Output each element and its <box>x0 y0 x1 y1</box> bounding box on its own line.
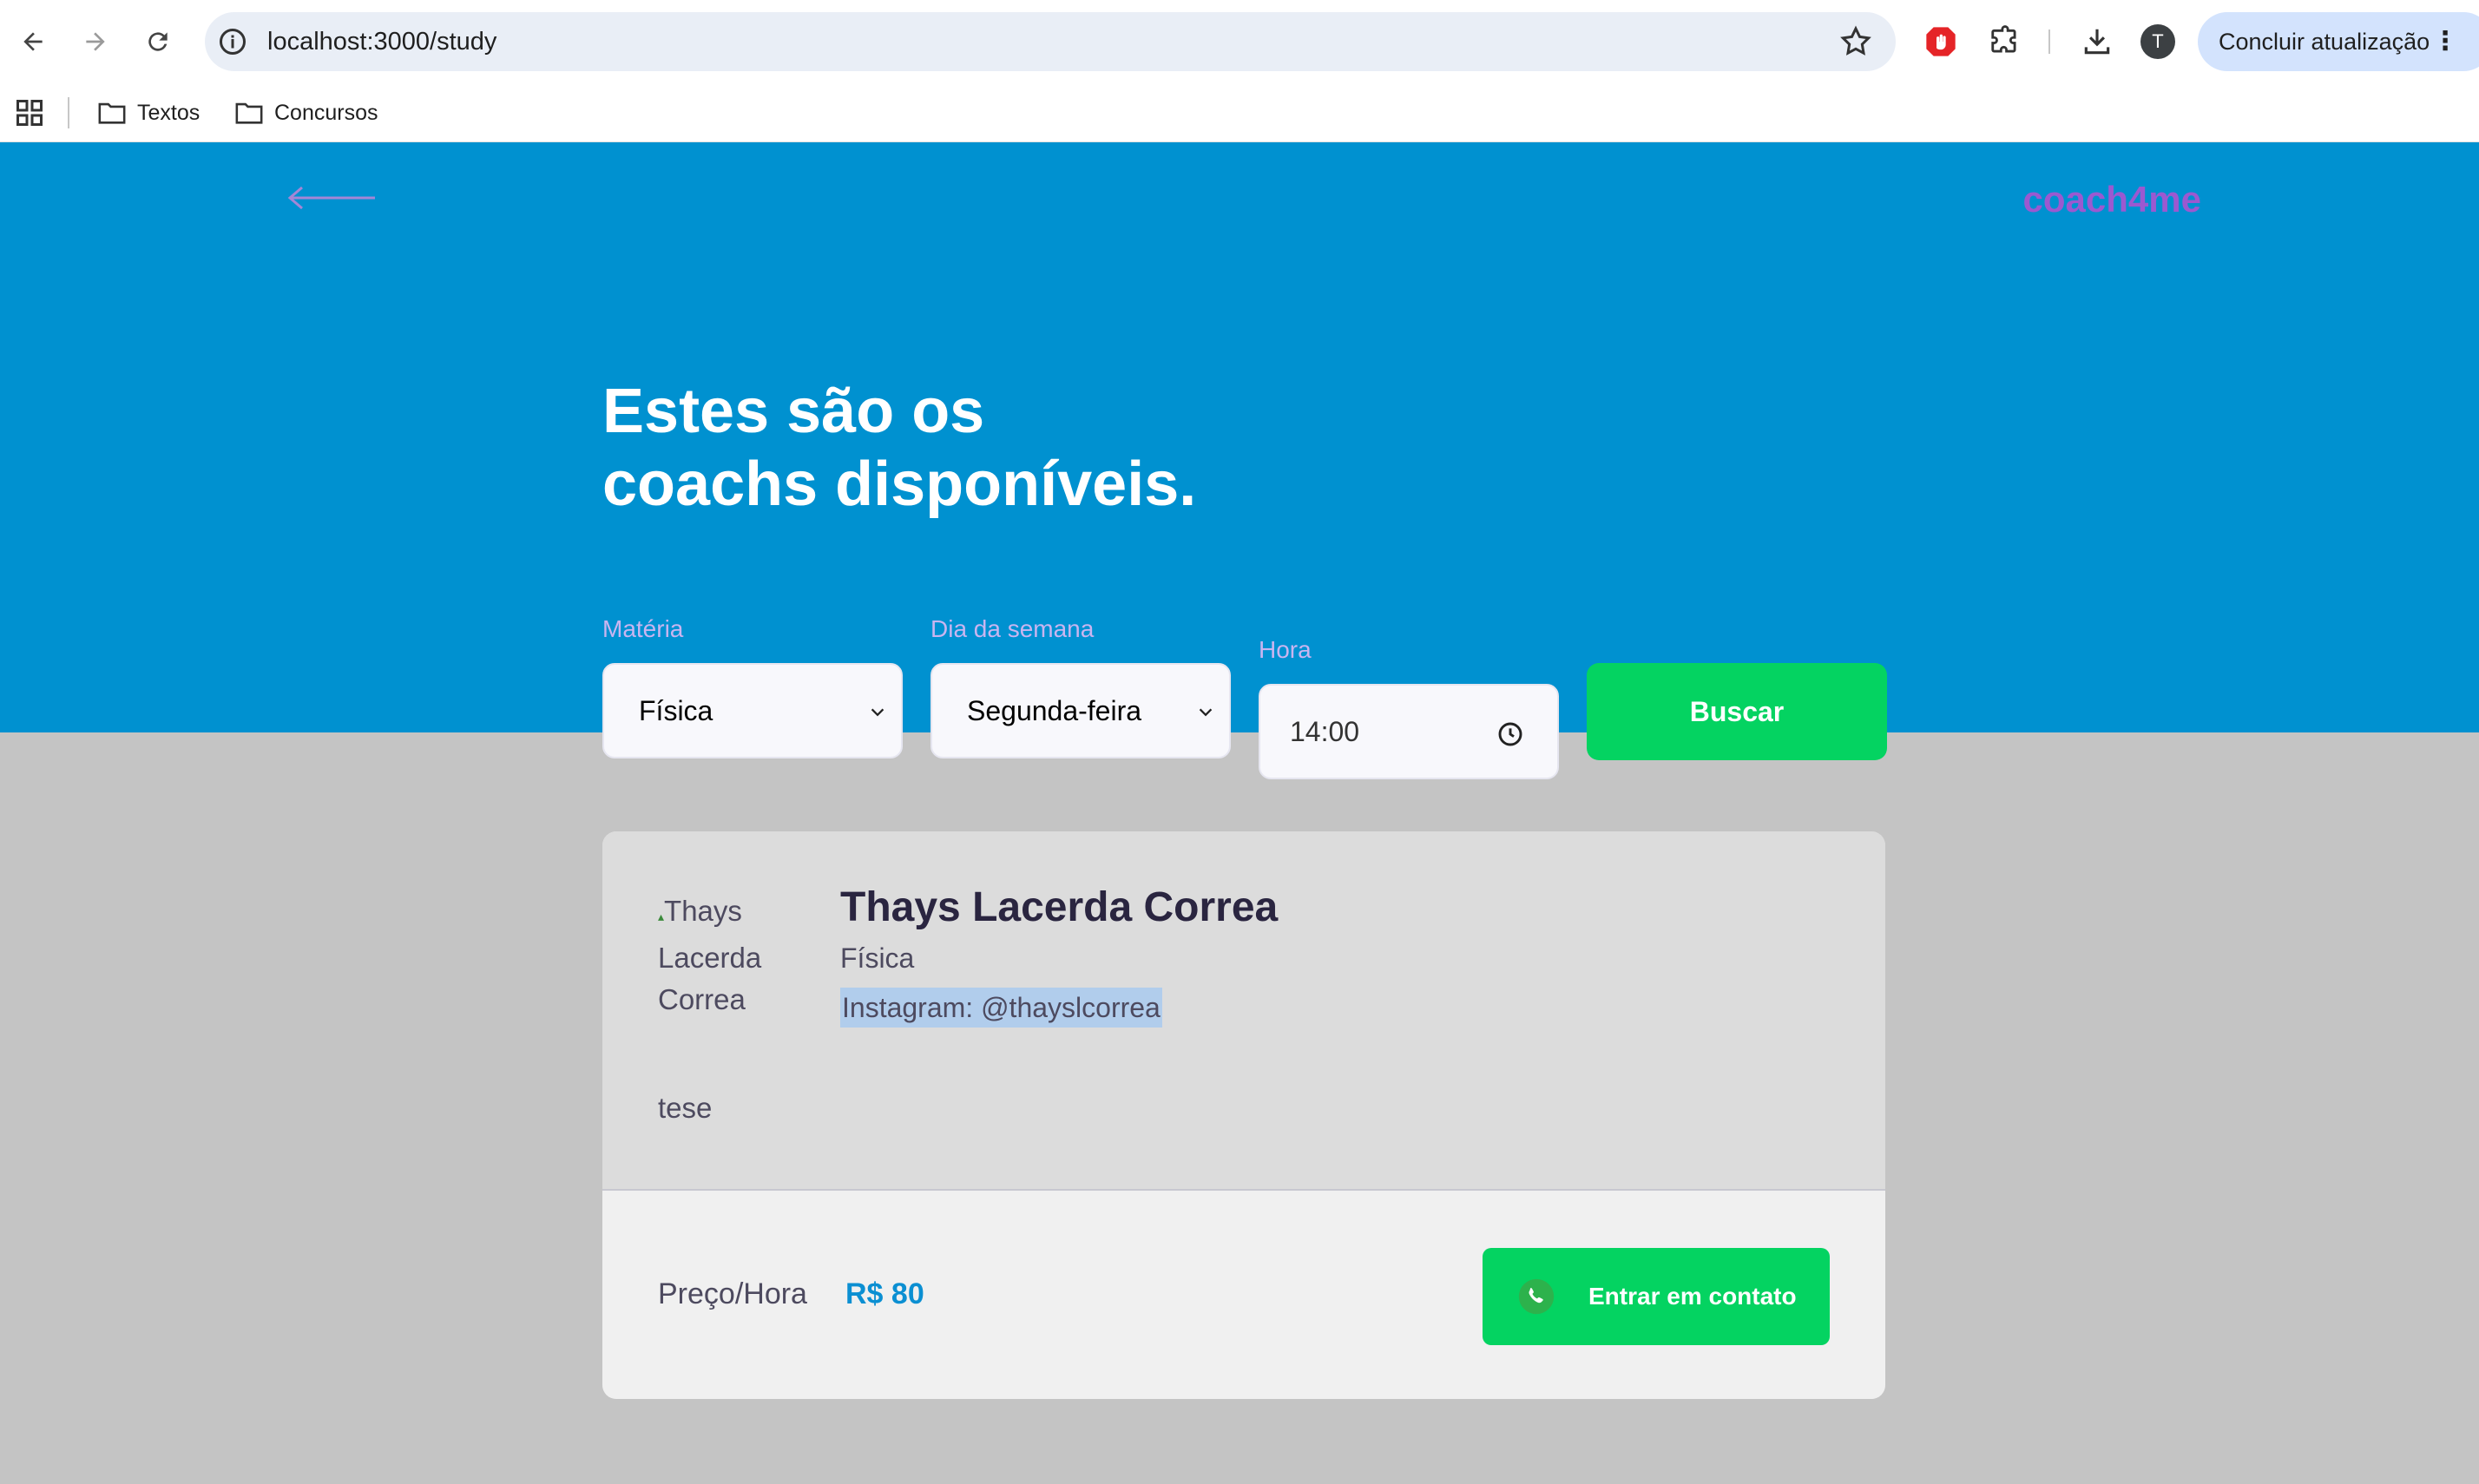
reload-icon[interactable] <box>135 19 181 64</box>
coach-name: Thays Lacerda Correa <box>840 884 1279 930</box>
title-line-2: coachs disponíveis. <box>602 450 1197 519</box>
folder-icon <box>98 102 126 124</box>
apps-grid-icon[interactable] <box>14 97 45 128</box>
bookmarks-bar: Textos Concursos <box>0 83 2479 142</box>
bookmarks-divider <box>68 97 69 128</box>
subject-value: Física <box>639 694 713 726</box>
avatar-alt-text: Thays Lacerda Correa <box>658 895 762 1015</box>
avatar: ▴Thays Lacerda Correa <box>658 890 779 1021</box>
back-icon[interactable] <box>10 19 56 64</box>
browser-toolbar: localhost:3000/study T Concluir atualiza… <box>0 0 2479 83</box>
broken-image-icon: ▴ <box>658 909 665 923</box>
contact-button[interactable]: Entrar em contato <box>1483 1248 1830 1345</box>
bookmark-star-icon[interactable] <box>1838 24 1873 59</box>
whatsapp-icon <box>1518 1278 1555 1315</box>
bookmark-label: Textos <box>137 100 201 125</box>
chevron-down-icon <box>1199 708 1213 717</box>
clock-icon[interactable] <box>1496 720 1524 748</box>
extensions-puzzle-icon[interactable] <box>1986 23 2024 61</box>
time-label: Hora <box>1259 636 1312 663</box>
toolbar-divider <box>2048 30 2050 54</box>
contact-label: Entrar em contato <box>1588 1283 1797 1310</box>
price-value: R$ 80 <box>845 1277 924 1310</box>
weekday-select[interactable]: Segunda-feira <box>930 663 1231 758</box>
bookmark-concursos[interactable]: Concursos <box>234 97 378 128</box>
subject-label: Matéria <box>602 615 684 642</box>
folder-icon <box>235 102 263 124</box>
site-info-icon[interactable] <box>217 26 248 57</box>
search-button[interactable]: Buscar <box>1587 663 1887 760</box>
time-input[interactable]: 14:00 <box>1259 684 1559 779</box>
menu-kebab-icon[interactable]: ⋮ <box>2432 12 2458 71</box>
url-text[interactable]: localhost:3000/study <box>267 26 496 57</box>
coach-card: ▴Thays Lacerda Correa Thays Lacerda Corr… <box>602 831 1885 1399</box>
weekday-value: Segunda-feira <box>967 694 1142 726</box>
weekday-label: Dia da semana <box>930 615 1095 642</box>
profile-avatar[interactable]: T <box>2140 24 2175 59</box>
coach-bio: tese <box>658 1092 713 1124</box>
update-chrome-button[interactable]: Concluir atualização ⋮ <box>2198 12 2479 71</box>
update-label: Concluir atualização <box>2219 29 2430 55</box>
subject-select[interactable]: Física <box>602 663 903 758</box>
address-bar[interactable]: localhost:3000/study <box>205 12 1896 71</box>
back-arrow-icon[interactable] <box>286 182 377 213</box>
brand-logo: coach4me <box>2022 179 2201 220</box>
adblock-extension-icon[interactable] <box>1922 23 1960 61</box>
time-value: 14:00 <box>1290 715 1360 747</box>
chevron-down-icon <box>871 708 884 717</box>
bookmark-label: Concursos <box>274 100 378 125</box>
title-line-1: Estes são os <box>602 377 985 446</box>
download-icon[interactable] <box>2078 23 2116 61</box>
coach-card-header: ▴Thays Lacerda Correa Thays Lacerda Corr… <box>602 831 1885 1189</box>
forward-icon[interactable] <box>73 19 118 64</box>
page-title: Estes são os coachs disponíveis. <box>602 375 1384 521</box>
price-label: Preço/Hora <box>658 1277 807 1310</box>
coach-instagram: Instagram: @thayslcorrea <box>840 988 1162 1028</box>
coach-card-footer: Preço/Hora R$ 80 Entrar em contato <box>602 1189 1885 1399</box>
coach-subject: Física <box>840 942 915 974</box>
bookmark-textos[interactable]: Textos <box>97 97 200 128</box>
